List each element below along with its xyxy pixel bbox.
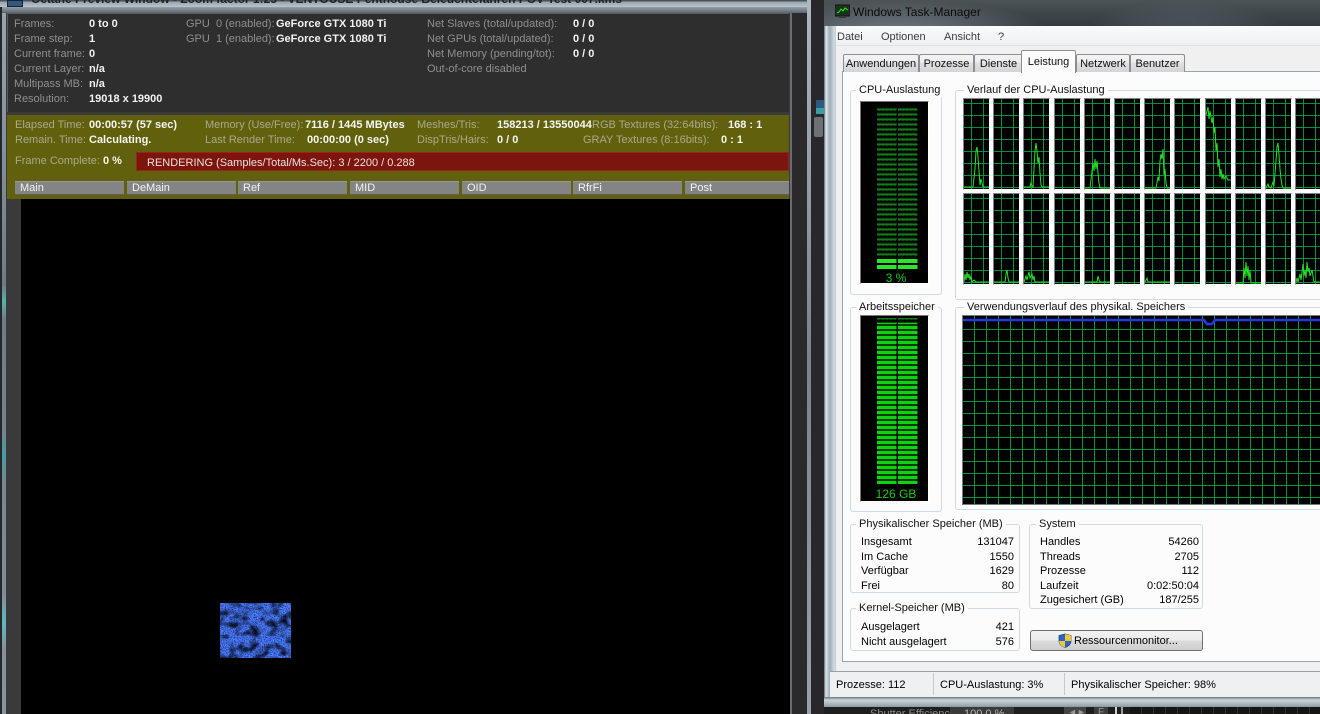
svg-text:3 %: 3 % bbox=[886, 271, 907, 284]
svg-text:126 GB: 126 GB bbox=[876, 487, 917, 501]
